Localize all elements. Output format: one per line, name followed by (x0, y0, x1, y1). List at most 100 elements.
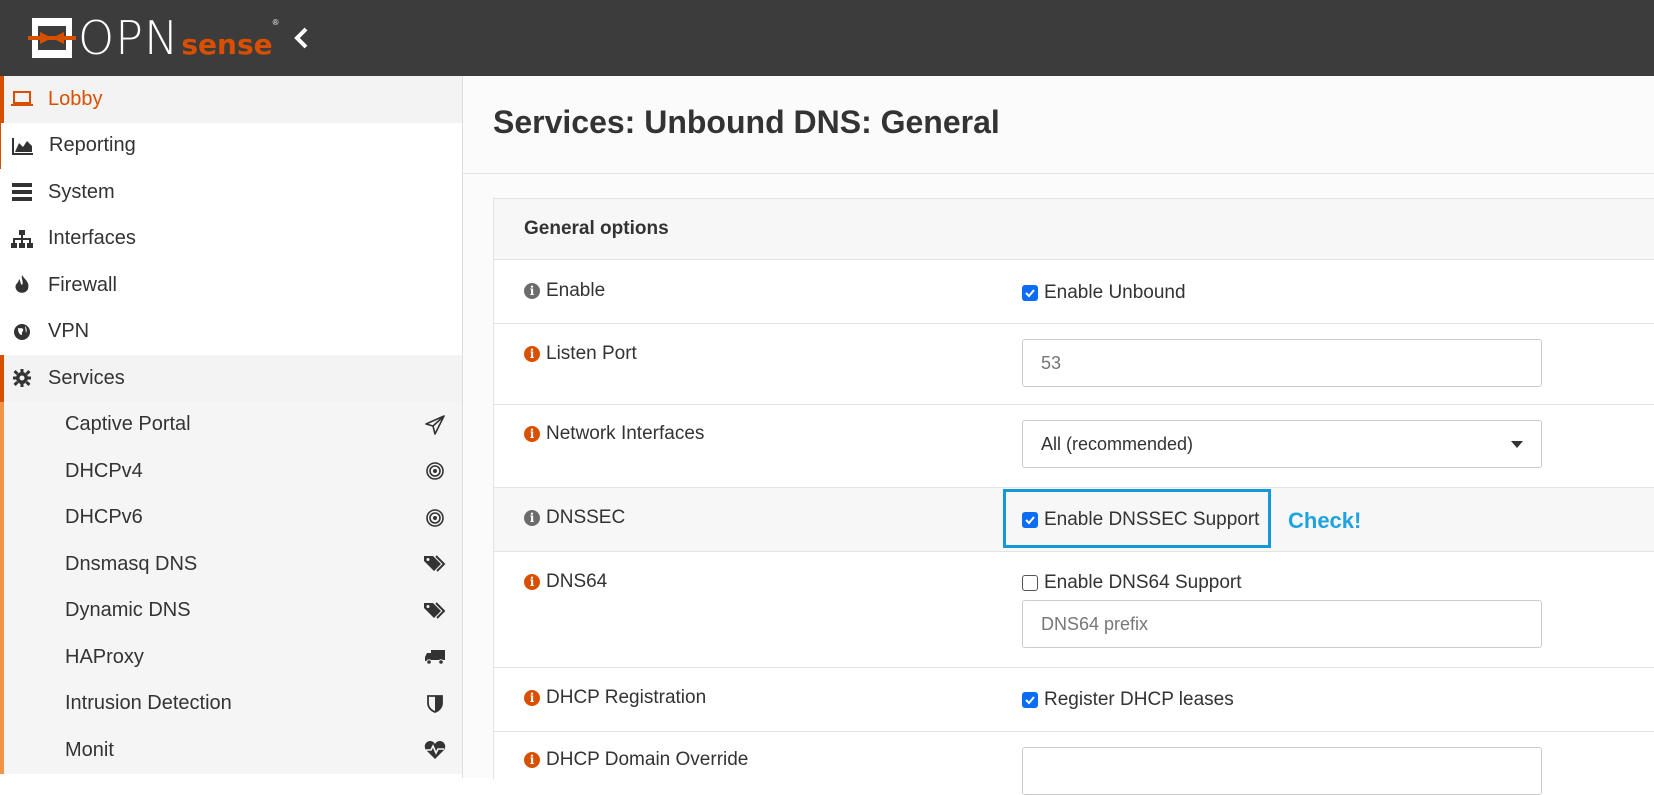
label-dhcp-domain-override: i DHCP Domain Override (524, 749, 748, 771)
info-icon[interactable]: i (524, 510, 540, 526)
sidebar-item-reporting[interactable]: Reporting (0, 122, 462, 169)
area-chart-icon (11, 136, 35, 156)
opnsense-logo[interactable]: OPN sense ® (28, 13, 279, 63)
field-label: DHCP Domain Override (546, 749, 749, 770)
tags-icon (424, 553, 446, 575)
sidebar-subitem-captive-portal[interactable]: Captive Portal (0, 402, 462, 449)
info-icon[interactable]: i (524, 346, 540, 362)
checkbox-label: Enable Unbound (1044, 282, 1186, 303)
fire-icon (10, 275, 34, 295)
sidebar-subitem-label: Dynamic DNS (65, 599, 191, 622)
enable-unbound-checkbox[interactable]: Enable Unbound (1022, 282, 1186, 304)
sidebar-item-label: Services (48, 366, 125, 389)
sidebar-subitem-label: Monit (65, 738, 114, 761)
top-bar: OPN sense ® (0, 0, 1654, 76)
sidebar-item-label: VPN (48, 320, 90, 343)
bullseye-icon (424, 460, 446, 482)
enable-dns64-checkbox[interactable]: Enable DNS64 Support (1022, 572, 1242, 594)
page-title: Services: Unbound DNS: General (493, 104, 1000, 140)
info-icon[interactable]: i (524, 283, 540, 299)
sidebar-subitem-dhcpv6[interactable]: DHCPv6 (0, 495, 462, 542)
opnsense-logo-icon (28, 14, 76, 62)
checkbox-label: Register DHCP leases (1044, 689, 1234, 710)
sidebar-item-interfaces[interactable]: Interfaces (0, 216, 462, 263)
sidebar-subitem-label: Captive Portal (65, 413, 191, 436)
sidebar-subitem-dynamic-dns[interactable]: Dynamic DNS (0, 588, 462, 635)
sidebar-item-label: Firewall (48, 273, 117, 296)
field-label: DNSSEC (546, 507, 626, 528)
row-dns64: i DNS64 Enable DNS64 Support DNS64 prefi… (494, 552, 1654, 668)
sidebar-subitem-intrusion-detection[interactable]: Intrusion Detection (0, 681, 462, 728)
sidebar-subitem-dhcpv4[interactable]: DHCPv4 (0, 448, 462, 495)
info-icon[interactable]: i (524, 426, 540, 442)
checkbox-checked-icon[interactable] (1022, 285, 1038, 301)
row-dhcp-domain-override: i DHCP Domain Override (494, 732, 1654, 795)
info-icon[interactable]: i (524, 690, 540, 706)
row-enable: i Enable Enable Unbound (494, 260, 1654, 324)
sidebar-subitem-label: HAProxy (65, 645, 144, 668)
title-divider (463, 173, 1654, 174)
label-dhcp-registration: i DHCP Registration (524, 687, 706, 709)
sitemap-icon (10, 229, 34, 249)
sidebar-item-label: Lobby (48, 87, 103, 110)
sidebar-item-system[interactable]: System (0, 169, 462, 216)
sidebar-subitem-label: DHCPv4 (65, 459, 143, 482)
sidebar-item-firewall[interactable]: Firewall (0, 262, 462, 309)
main-content: Services: Unbound DNS: General General o… (463, 76, 1654, 795)
services-submenu: Captive Portal DHCPv4 DHCPv6 Dnsmasq DNS… (0, 401, 462, 774)
info-icon[interactable]: i (524, 752, 540, 768)
tags-icon (424, 600, 446, 622)
truck-icon (424, 646, 446, 668)
bullseye-icon (424, 507, 446, 529)
row-network-interfaces: i Network Interfaces All (recommended) (494, 405, 1654, 488)
label-network-interfaces: i Network Interfaces (524, 423, 704, 445)
collapse-sidebar-button[interactable] (290, 26, 314, 50)
laptop-icon (10, 89, 34, 109)
sidebar-item-label: Interfaces (48, 227, 136, 250)
sidebar-subitem-label: Intrusion Detection (65, 692, 232, 715)
field-label: Listen Port (546, 343, 637, 364)
annotation-check-label: Check! (1288, 508, 1362, 533)
row-listen-port: i Listen Port 53 (494, 324, 1654, 405)
dnssec-highlight-box (1003, 489, 1271, 548)
shield-icon (424, 693, 446, 715)
panel-header: General options (494, 199, 1654, 260)
checkbox-label: Enable DNS64 Support (1044, 572, 1242, 593)
sidebar: Lobby Reporting System Interfaces Firewa… (0, 76, 463, 778)
listen-port-input[interactable]: 53 (1022, 339, 1542, 387)
dns64-prefix-input[interactable]: DNS64 prefix (1022, 600, 1542, 648)
row-dhcp-registration: i DHCP Registration Register DHCP leases (494, 668, 1654, 732)
field-label: Network Interfaces (546, 423, 705, 444)
globe-icon (10, 322, 34, 342)
server-icon (10, 182, 34, 202)
sidebar-subitem-dnsmasq-dns[interactable]: Dnsmasq DNS (0, 541, 462, 588)
chevron-down-icon (1511, 440, 1523, 448)
sidebar-subitem-monit[interactable]: Monit (0, 727, 462, 774)
label-listen-port: i Listen Port (524, 343, 637, 365)
info-icon[interactable]: i (524, 574, 540, 590)
sidebar-subitem-label: Dnsmasq DNS (65, 552, 198, 575)
sidebar-subitem-haproxy[interactable]: HAProxy (0, 634, 462, 681)
label-dns64: i DNS64 (524, 571, 607, 593)
field-label: DHCP Registration (546, 687, 707, 708)
sidebar-item-label: System (48, 180, 115, 203)
logo-registered-mark: ® (272, 18, 279, 27)
sidebar-subitem-label: DHCPv6 (65, 506, 143, 529)
gear-icon (10, 368, 34, 388)
paper-plane-icon (424, 414, 446, 436)
sidebar-item-vpn[interactable]: VPN (0, 309, 462, 356)
heartbeat-icon (424, 739, 446, 761)
sidebar-item-lobby[interactable]: Lobby (0, 76, 462, 123)
dhcp-domain-override-input[interactable] (1022, 747, 1542, 795)
checkbox-unchecked-icon[interactable] (1022, 575, 1038, 591)
field-label: Enable (546, 280, 606, 301)
network-interfaces-select[interactable]: All (recommended) (1022, 420, 1542, 468)
chevron-left-icon (294, 27, 308, 49)
select-value: All (recommended) (1041, 433, 1194, 454)
sidebar-item-services[interactable]: Services (0, 355, 462, 402)
checkbox-checked-icon[interactable] (1022, 692, 1038, 708)
field-label: DNS64 (546, 571, 608, 592)
register-dhcp-leases-checkbox[interactable]: Register DHCP leases (1022, 689, 1234, 711)
logo-text-opn: OPN (78, 11, 180, 65)
sidebar-item-label: Reporting (49, 134, 136, 157)
